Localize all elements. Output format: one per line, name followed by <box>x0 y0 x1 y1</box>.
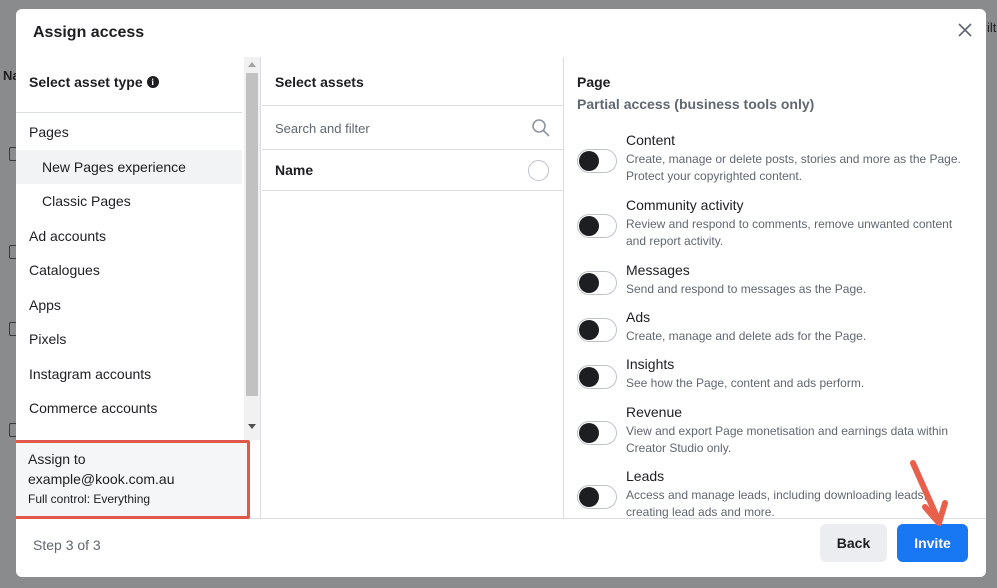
toggle-knob <box>579 273 599 293</box>
asset-type-panel: Select asset type i Pages New Pages exper… <box>16 57 261 519</box>
permission-name: Revenue <box>626 404 683 420</box>
permission-toggle[interactable] <box>577 214 617 238</box>
permission-toggle[interactable] <box>577 365 617 389</box>
permission-toggle[interactable] <box>577 149 617 173</box>
info-icon[interactable]: i <box>146 76 159 88</box>
assign-to-access-summary: Full control: Everything <box>28 492 151 506</box>
toggle-knob <box>579 423 599 443</box>
asset-table-header: Name <box>262 150 563 191</box>
permission-name: Insights <box>626 356 675 372</box>
asset-type-item[interactable]: Catalogues <box>16 253 242 288</box>
permission-description: Access and manage leads, including downl… <box>626 488 927 519</box>
permission-name: Content <box>626 132 676 148</box>
asset-select-heading: Select assets <box>275 74 364 90</box>
step-indicator: Step 3 of 3 <box>33 537 101 553</box>
asset-type-item[interactable]: Commerce accounts <box>16 391 242 426</box>
assign-to-email: example@kook.com.au <box>28 471 175 487</box>
permission-description: Create, manage or delete posts, stories … <box>626 152 961 183</box>
asset-type-item[interactable]: Ad accounts <box>16 219 242 254</box>
close-icon <box>958 23 972 37</box>
close-button[interactable] <box>954 19 976 41</box>
toggle-knob <box>579 216 599 236</box>
dialog-body: Select asset type i Pages New Pages exper… <box>16 57 986 519</box>
asset-type-item[interactable]: Apps <box>16 288 242 323</box>
asset-type-heading-text: Select asset type <box>29 74 143 90</box>
permission-name: Community activity <box>626 197 744 213</box>
scroll-down-arrow-icon[interactable] <box>248 424 256 429</box>
permissions-subtitle: Partial access (business tools only) <box>577 96 815 112</box>
assign-access-dialog: Assign access Select asset type i Pages N… <box>16 9 986 577</box>
asset-type-list: Pages New Pages experience Classic Pages Ad… <box>16 115 242 438</box>
invite-button[interactable]: Invite <box>897 524 968 562</box>
toggle-knob <box>579 367 599 387</box>
scroll-up-arrow-icon[interactable] <box>248 62 256 67</box>
background-right-label: ilt <box>987 20 997 35</box>
asset-type-item[interactable]: Instagram accounts <box>16 357 242 392</box>
permissions-title: Page <box>577 74 611 90</box>
divider <box>16 112 242 113</box>
asset-type-item[interactable]: Datasets <box>16 426 242 439</box>
asset-type-item[interactable]: Classic Pages <box>16 184 242 219</box>
permission-toggle[interactable] <box>577 421 617 445</box>
asset-type-heading: Select asset type i <box>29 74 159 90</box>
permission-toggle[interactable] <box>577 271 617 295</box>
permission-description: Review and respond to comments, remove u… <box>626 217 953 248</box>
toggle-knob <box>579 151 599 171</box>
asset-type-item[interactable]: Pixels <box>16 322 242 357</box>
asset-select-panel: Select assets Name <box>262 57 564 519</box>
permissions-panel: Page Partial access (business tools only… <box>565 57 986 519</box>
scroll-thumb[interactable] <box>246 73 258 396</box>
asset-list-scrollbar[interactable] <box>244 57 260 440</box>
dialog-header: Assign access <box>16 9 986 57</box>
permission-description: See how the Page, content and ads perfor… <box>626 376 865 390</box>
permission-description: Create, manage and delete ads for the Pa… <box>626 329 867 343</box>
permission-toggle[interactable] <box>577 485 617 509</box>
permission-toggle[interactable] <box>577 318 617 342</box>
assign-to-label: Assign to <box>28 451 86 467</box>
toggle-knob <box>579 320 599 340</box>
toggle-knob <box>579 487 599 507</box>
back-button[interactable]: Back <box>820 524 887 562</box>
search-bar <box>262 105 563 150</box>
asset-type-item[interactable]: Pages <box>16 115 242 150</box>
search-input[interactable] <box>275 118 515 138</box>
permission-description: View and export Page monetisation and ea… <box>626 424 948 455</box>
name-column-header: Name <box>275 162 314 178</box>
permission-name: Ads <box>626 309 651 325</box>
asset-type-item[interactable]: New Pages experience <box>16 149 242 184</box>
assign-to-summary: Assign to example@kook.com.au Full contr… <box>16 440 250 519</box>
permission-name: Messages <box>626 262 690 278</box>
search-icon[interactable] <box>531 118 551 138</box>
select-all-radio[interactable] <box>528 160 549 181</box>
permission-description: Send and respond to messages as the Page… <box>626 282 867 296</box>
dialog-title: Assign access <box>33 24 145 41</box>
permission-name: Leads <box>626 468 665 484</box>
